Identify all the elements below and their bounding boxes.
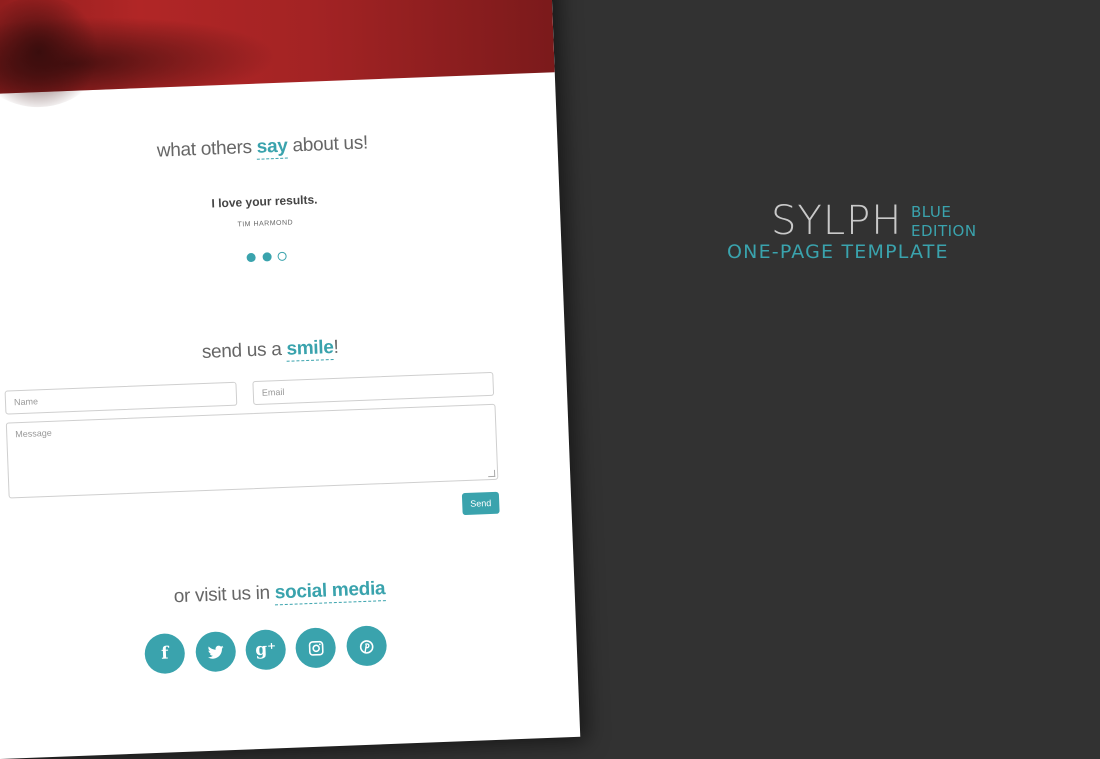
google-plus-icon[interactable]: g⁺ [244, 629, 287, 671]
slider-dot-active[interactable] [277, 251, 287, 262]
pinterest-icon[interactable] [345, 625, 388, 667]
edition-line: BLUE [911, 203, 952, 221]
heading-text: ! [333, 336, 339, 358]
resize-grip-icon[interactable] [487, 469, 496, 478]
email-field[interactable]: Email [252, 371, 495, 406]
send-button[interactable]: Send [461, 491, 500, 516]
brand-tagline: ONE-PAGE TEMPLATE [727, 241, 949, 263]
facebook-icon[interactable]: f [144, 632, 186, 675]
message-placeholder: Message [15, 427, 52, 440]
brand-name: SYLPH [771, 198, 903, 244]
edition-line: EDITION [911, 222, 977, 240]
template-preview-page: what others say about us! I love your re… [0, 0, 581, 759]
heading-accent: social media [274, 578, 386, 606]
twitter-icon[interactable] [194, 630, 237, 673]
social-heading: or visit us in social media [0, 571, 575, 616]
slider-dot[interactable] [261, 252, 272, 262]
slider-dot[interactable] [246, 253, 256, 263]
heading-accent: say [256, 135, 288, 160]
testimonials-heading: what others say about us! [0, 125, 558, 170]
instagram-icon[interactable] [295, 627, 337, 669]
heading-text: send us a [201, 338, 287, 363]
slider-dots [0, 237, 562, 278]
social-links: f g⁺ [0, 618, 561, 681]
contact-heading: send us a smile! [0, 328, 565, 373]
hero-image-blur [0, 0, 106, 110]
heading-text: or visit us in [173, 582, 276, 608]
name-field[interactable]: Name [4, 381, 238, 415]
heading-text: about us! [287, 132, 369, 157]
brand-edition: BLUE EDITION [911, 203, 977, 241]
hero-banner [0, 0, 555, 110]
message-field[interactable]: Message [5, 403, 499, 499]
heading-accent: smile [286, 336, 335, 362]
heading-text: what others [156, 136, 258, 162]
